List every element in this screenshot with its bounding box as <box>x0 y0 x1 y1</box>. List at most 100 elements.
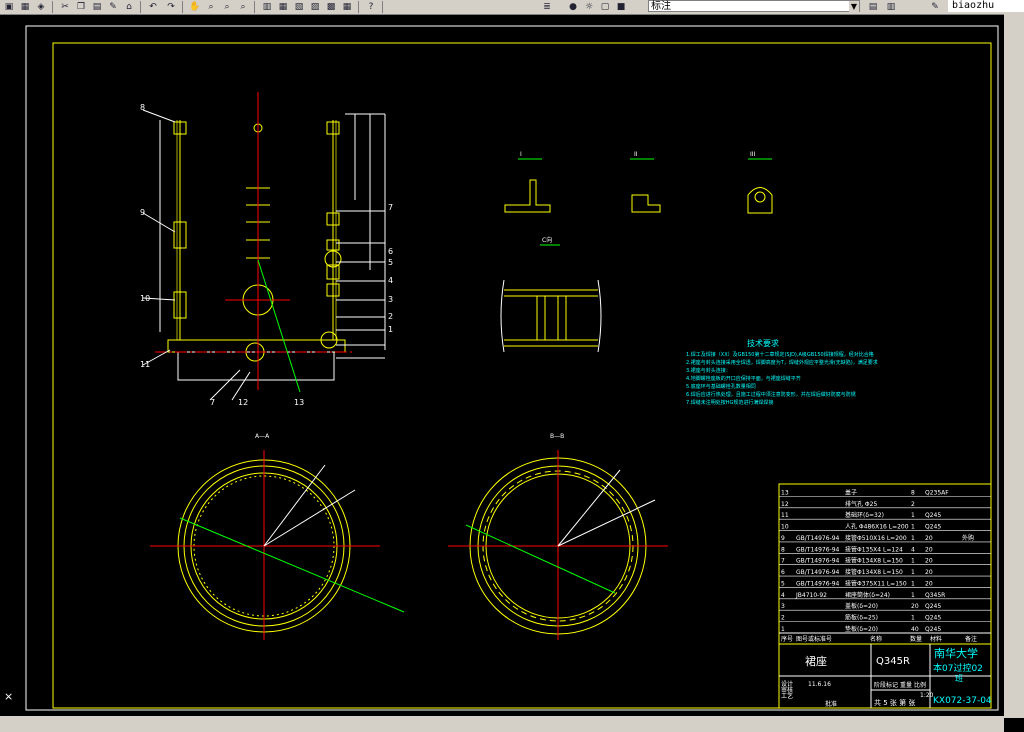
svg-text:名称: 名称 <box>870 635 882 643</box>
redo-icon[interactable]: ↷ <box>164 1 178 13</box>
matchprop-icon[interactable]: ✎ <box>106 1 120 13</box>
layer-sun-icon[interactable]: ☼ <box>582 1 596 13</box>
layer-color-icon[interactable]: ■ <box>614 1 628 13</box>
bom-cell: Q245 <box>925 626 941 633</box>
zoom-realtime-icon[interactable]: ⌕ <box>204 1 218 13</box>
bom-cell: 40 <box>911 626 919 633</box>
bom-cell: 9 <box>781 535 785 542</box>
help-icon[interactable]: ? <box>364 1 378 13</box>
svg-text:数量: 数量 <box>910 635 922 643</box>
svg-text:III: III <box>750 151 756 158</box>
svg-text:11.6.16: 11.6.16 <box>808 681 831 688</box>
svg-text:技术要求: 技术要求 <box>747 338 779 348</box>
svg-text:共 5 张 第 张: 共 5 张 第 张 <box>874 698 915 707</box>
bom-cell: 接管Φ375X11 L=150 <box>845 579 907 587</box>
bom-cell: 20 <box>925 558 933 565</box>
bom-cell: 筋板(δ=25) <box>845 614 878 622</box>
designcenter-icon[interactable]: ▦ <box>276 1 290 13</box>
zoom-window-icon[interactable]: ⌕ <box>220 1 234 13</box>
command-input[interactable]: biaozhu <box>948 0 1024 12</box>
toolpalette-icon[interactable]: ▧ <box>292 1 306 13</box>
section-a-a <box>150 450 405 640</box>
command-icon[interactable]: ✎ <box>928 1 942 13</box>
copy-icon[interactable]: ❐ <box>74 1 88 13</box>
svg-text:本07过控02: 本07过控02 <box>933 662 983 674</box>
bom-cell: 1 <box>911 558 915 565</box>
svg-text:1:20: 1:20 <box>920 692 934 699</box>
pan-icon[interactable]: ✋ <box>188 1 202 13</box>
plot-icon[interactable]: ◈ <box>34 1 48 13</box>
svg-text:工艺: 工艺 <box>781 692 793 700</box>
tech-requirements: 技术要求 1.焊工及焊接（XX）及GB150第十二章规定(SJD),A级GB15… <box>686 338 878 406</box>
svg-text:9: 9 <box>140 208 145 217</box>
bom-cell: 6 <box>781 569 785 576</box>
horizontal-scrollbar[interactable] <box>0 716 1004 732</box>
bom-cell: 1 <box>911 592 915 599</box>
save-icon[interactable]: ▦ <box>18 1 32 13</box>
svg-text:13: 13 <box>294 398 304 407</box>
bom-cell: 1 <box>911 580 915 587</box>
elevation-view <box>167 120 346 381</box>
properties-icon[interactable]: ▥ <box>260 1 274 13</box>
undo-icon[interactable]: ↶ <box>146 1 160 13</box>
svg-text:I: I <box>520 151 522 158</box>
bom-cell: Q245 <box>925 603 941 610</box>
svg-text:序号: 序号 <box>781 635 793 643</box>
bom-cell: GB/T14976-94 <box>796 569 840 576</box>
layer-previous-icon[interactable]: ▥ <box>884 1 898 13</box>
bom-cell: GB/T14976-94 <box>796 535 840 542</box>
svg-text:2: 2 <box>388 312 393 321</box>
bom-cell: JB4710-92 <box>795 592 827 599</box>
svg-text:KX072-37-04: KX072-37-04 <box>933 696 992 706</box>
layer-manager-icon[interactable]: ≣ <box>540 1 554 13</box>
drawing-canvas[interactable]: 8 9 10 11 7 6 5 4 3 2 1 7 12 13 技术要求 1.焊… <box>0 14 1004 716</box>
svg-text:C向: C向 <box>542 236 552 244</box>
svg-text:1: 1 <box>388 325 393 334</box>
layer-dropdown[interactable]: 标注 ▼ <box>648 0 860 13</box>
bom-cell: 盖子 <box>845 488 857 496</box>
svg-text:3: 3 <box>388 295 393 304</box>
vertical-scrollbar[interactable] <box>1004 14 1024 718</box>
svg-text:7: 7 <box>388 203 393 212</box>
layer-bulb-icon[interactable]: ● <box>566 1 580 13</box>
cad-toolbar: ▣ ▦ ◈ ✂ ❐ ▤ ✎ ⌂ ↶ ↷ ✋ ⌕ ⌕ ⌕ ▥ ▦ ▧ ▨ ▩ ▦ … <box>0 0 1024 15</box>
bom-cell: 2 <box>781 615 785 622</box>
bom-cell: 基础环(δ=32) <box>845 511 884 519</box>
bom-cell: 4 <box>781 592 785 599</box>
view-c <box>500 279 602 353</box>
paste-icon[interactable]: ▤ <box>90 1 104 13</box>
svg-text:3.裙座与封头连接：: 3.裙座与封头连接： <box>686 367 731 374</box>
elevation-centerlines <box>155 92 355 390</box>
blockeditor-icon[interactable]: ⌂ <box>122 1 136 13</box>
bom-cell: 11 <box>781 512 789 519</box>
title-text: 裙座 Q345R 南华大学 本07过控02 班 KX072-37-04 共 5 … <box>781 646 992 708</box>
bom-cell: 7 <box>781 558 785 565</box>
ucs-icon: ⨯ <box>4 690 14 703</box>
svg-text:4.地脚螺栓座板的开口应保持平面，与裙座焊缝平齐: 4.地脚螺栓座板的开口应保持平面，与裙座焊缝平齐 <box>686 375 801 382</box>
svg-text:1.焊工及焊接（XX）及GB150第十二章规定(SJD),A: 1.焊工及焊接（XX）及GB150第十二章规定(SJD),A级GB150焊接规程… <box>686 351 874 358</box>
svg-text:比例: 比例 <box>914 681 926 689</box>
chevron-down-icon[interactable]: ▼ <box>849 1 859 13</box>
bom-header: 序号 图号或标准号 名称 数量 材料 备注 <box>781 635 977 643</box>
svg-text:8: 8 <box>140 103 145 112</box>
sheetset-icon[interactable]: ▨ <box>308 1 322 13</box>
make-current-icon[interactable]: ▤ <box>866 1 880 13</box>
section-b-b <box>448 450 668 640</box>
zoom-previous-icon[interactable]: ⌕ <box>236 1 250 13</box>
bom-cell: 2 <box>911 501 915 508</box>
bom-cell: 20 <box>925 535 933 542</box>
bom-cell: 1 <box>781 626 785 633</box>
bom-cell: GB/T14976-94 <box>796 546 840 553</box>
bom-cell: Q345R <box>925 592 945 599</box>
bom-cell: 10 <box>781 524 789 531</box>
markup-icon[interactable]: ▩ <box>324 1 338 13</box>
bom-cell: 20 <box>911 603 919 610</box>
calculator-icon[interactable]: ▦ <box>340 1 354 13</box>
bom-cell: 人孔 Φ486X16 L=200 <box>845 523 909 531</box>
cut-icon[interactable]: ✂ <box>58 1 72 13</box>
open-icon[interactable]: ▣ <box>2 1 16 13</box>
elevation-dims <box>142 109 386 401</box>
svg-text:5.底座环与基础螺栓孔数量相同: 5.底座环与基础螺栓孔数量相同 <box>686 383 756 390</box>
layer-lock-icon[interactable]: ▢ <box>598 1 612 13</box>
svg-text:A—A: A—A <box>255 433 270 440</box>
